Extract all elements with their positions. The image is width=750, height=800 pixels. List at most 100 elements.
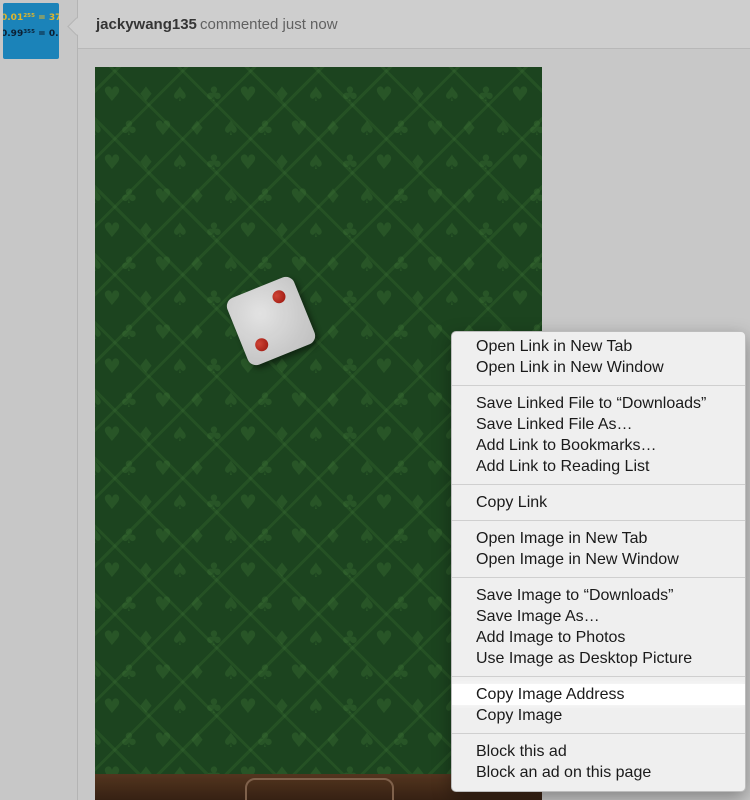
suit-pattern-glyph: ♥ [511,286,529,310]
menu-item-save-linked-file-as[interactable]: Save Linked File As… [452,414,745,435]
menu-item-copy-image-address[interactable]: Copy Image Address [452,684,745,705]
suit-pattern-glyph: ♥ [154,67,172,72]
suit-pattern-glyph: ♣ [120,660,138,684]
suit-pattern-glyph: ♠ [222,116,240,140]
menu-separator [452,385,745,386]
suit-pattern-glyph: ♦ [273,422,291,446]
suit-pattern-glyph: ♦ [460,116,478,140]
suit-pattern-glyph: ♥ [239,218,257,242]
menu-item-block-an-ad-on-this-page[interactable]: Block an ad on this page [452,762,745,783]
suit-pattern-glyph: ♥ [103,694,121,718]
suit-pattern-glyph: ♣ [392,592,410,616]
suit-pattern-glyph: ♠ [358,660,376,684]
menu-group: Open Link in New Tab Open Link in New Win… [452,332,745,382]
suit-pattern-glyph: ♠ [222,67,240,72]
suit-pattern-glyph: ♠ [494,184,512,208]
suit-pattern-glyph: ♣ [120,184,138,208]
suit-pattern-glyph: ♣ [256,524,274,548]
suit-pattern-glyph: ♣ [341,626,359,650]
suit-pattern-glyph: ♠ [95,67,104,72]
suit-pattern-glyph: ♥ [290,524,308,548]
suit-pattern-glyph: ♣ [256,456,274,480]
suit-pattern-glyph: ♠ [307,490,325,514]
suit-pattern-glyph: ♦ [409,354,427,378]
suit-pattern-glyph: ♠ [494,252,512,276]
context-menu: Open Link in New Tab Open Link in New Win… [451,331,746,792]
menu-item-save-image-as[interactable]: Save Image As… [452,606,745,627]
suit-pattern-glyph: ♠ [443,218,461,242]
suit-pattern-glyph: ♣ [120,456,138,480]
menu-item-use-image-as-desktop-picture[interactable]: Use Image as Desktop Picture [452,648,745,669]
menu-item-open-link-in-new-window[interactable]: Open Link in New Window [452,357,745,378]
suit-pattern-glyph: ♠ [95,592,104,616]
menu-item-copy-image[interactable]: Copy Image [452,705,745,726]
suit-pattern-glyph: ♣ [341,82,359,106]
menu-item-add-link-to-reading-list[interactable]: Add Link to Reading List [452,456,745,477]
suit-pattern-glyph: ♠ [494,67,512,72]
suit-pattern-glyph: ♠ [358,388,376,412]
suit-pattern-glyph: ♠ [222,456,240,480]
suit-pattern-glyph: ♣ [120,524,138,548]
suit-pattern-glyph: ♦ [324,388,342,412]
suit-pattern-glyph: ♠ [358,67,376,72]
suit-pattern-glyph: ♥ [239,82,257,106]
suit-pattern-glyph: ♣ [205,422,223,446]
suit-pattern-glyph: ♦ [188,252,206,276]
suit-pattern-glyph: ♥ [511,150,529,174]
menu-item-block-this-ad[interactable]: Block this ad [452,741,745,762]
suit-pattern-glyph: ♠ [358,524,376,548]
suit-pattern-glyph: ♦ [324,320,342,344]
suit-pattern-glyph: ♠ [222,728,240,752]
menu-item-save-image-to-downloads[interactable]: Save Image to “Downloads” [452,585,745,606]
suit-pattern-glyph: ♥ [375,150,393,174]
menu-item-save-linked-file-to-downloads[interactable]: Save Linked File to “Downloads” [452,393,745,414]
suit-pattern-glyph: ♦ [409,626,427,650]
suit-pattern-glyph: ♥ [239,694,257,718]
suit-pattern-glyph: ♠ [358,728,376,752]
suit-pattern-glyph: ♣ [341,422,359,446]
comment-username[interactable]: jackywang135 [96,16,197,33]
suit-pattern-glyph: ♦ [137,422,155,446]
suit-pattern-glyph: ♠ [171,354,189,378]
suit-pattern-glyph: ♥ [290,252,308,276]
avatar[interactable]: 0.01²⁵⁵ = 37.8 0.99³⁵⁵ = 0.03 [3,3,59,59]
menu-item-add-image-to-photos[interactable]: Add Image to Photos [452,627,745,648]
suit-pattern-glyph: ♣ [205,354,223,378]
suit-pattern-glyph: ♠ [95,728,104,752]
suit-pattern-glyph: ♥ [426,252,444,276]
menu-item-add-link-to-bookmarks[interactable]: Add Link to Bookmarks… [452,435,745,456]
suit-pattern-glyph: ♦ [273,150,291,174]
suit-pattern-glyph: ♥ [154,184,172,208]
suit-pattern-glyph: ♥ [290,184,308,208]
suit-pattern-glyph: ♥ [239,490,257,514]
suit-pattern-glyph: ♠ [307,558,325,582]
suit-pattern-glyph: ♦ [273,490,291,514]
comment-action: commented just now [200,16,338,33]
suit-pattern-glyph: ♠ [222,592,240,616]
suit-pattern-glyph: ♥ [154,116,172,140]
suit-pattern-glyph: ♣ [205,218,223,242]
suit-pattern-glyph: ♠ [443,150,461,174]
suit-pattern-glyph: ♦ [188,116,206,140]
suit-pattern-glyph: ♥ [375,82,393,106]
menu-item-open-image-in-new-window[interactable]: Open Image in New Window [452,549,745,570]
suit-pattern-glyph: ♣ [392,184,410,208]
suit-pattern-glyph: ♠ [171,626,189,650]
suit-pattern-glyph: ♥ [375,218,393,242]
suit-pattern-glyph: ♦ [460,184,478,208]
suit-pattern-glyph: ♥ [375,354,393,378]
suit-pattern-glyph: ♦ [273,558,291,582]
suit-pattern-glyph: ♦ [460,252,478,276]
suit-pattern-glyph: ♣ [120,388,138,412]
suit-pattern-glyph: ♣ [528,116,542,140]
suit-pattern-glyph: ♠ [307,218,325,242]
menu-item-open-image-in-new-tab[interactable]: Open Image in New Tab [452,528,745,549]
menu-separator [452,520,745,521]
suit-pattern-glyph: ♣ [205,82,223,106]
suit-pattern-glyph: ♥ [426,184,444,208]
suit-pattern-glyph: ♠ [222,388,240,412]
menu-item-copy-link[interactable]: Copy Link [452,492,745,513]
menu-separator [452,676,745,677]
suit-pattern-glyph: ♠ [171,558,189,582]
menu-item-open-link-in-new-tab[interactable]: Open Link in New Tab [452,336,745,357]
